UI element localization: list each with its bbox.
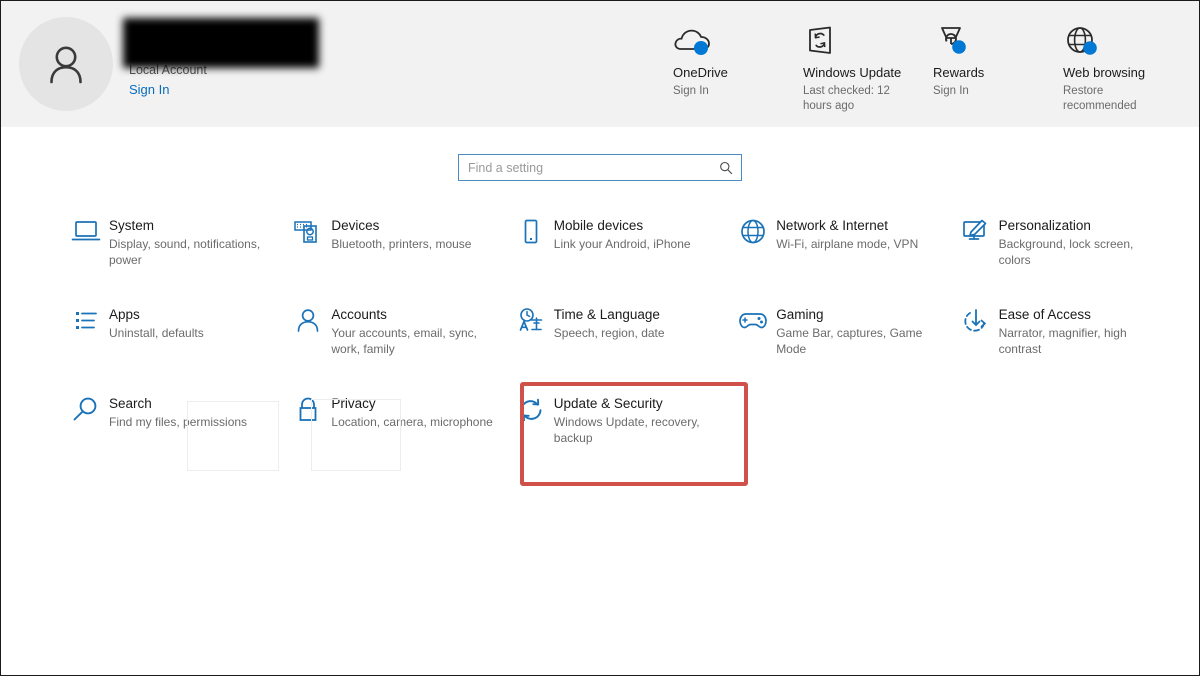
tile-title: Network & Internet: [776, 218, 888, 233]
devices-printer-icon: [285, 216, 331, 246]
windows-update-sync-icon: [803, 19, 919, 63]
settings-tile-time-language[interactable]: Time & Language Speech, region, date: [508, 296, 730, 385]
tile-text: Time & Language Speech, region, date: [554, 305, 665, 341]
rewards-trophy-icon: [933, 19, 1049, 63]
tile-text: Personalization Background, lock screen,…: [999, 216, 1164, 268]
tile-text: Network & Internet Wi-Fi, airplane mode,…: [776, 216, 918, 252]
tile-subtitle: Display, sound, notifications, power: [109, 237, 261, 267]
status-title: Web browsing: [1063, 65, 1146, 80]
tile-subtitle: Location, camera, microphone: [331, 415, 493, 429]
person-icon: [285, 305, 331, 335]
avatar: [19, 17, 113, 111]
clock-language-icon: [508, 305, 554, 335]
status-items-row: OneDrive Sign In Windows Update Last che…: [401, 1, 1199, 114]
tile-subtitle: Link your Android, iPhone: [553, 237, 691, 251]
tile-text: Mobile devices Link your Android, iPhone: [554, 216, 691, 252]
search-input[interactable]: [468, 160, 717, 175]
tile-text: Devices Bluetooth, printers, mouse: [331, 216, 471, 252]
tile-subtitle: Windows Update, recovery, backup: [553, 415, 700, 445]
settings-tile-privacy[interactable]: Privacy Location, camera, microphone: [285, 385, 507, 474]
status-subtitle: Sign In: [673, 85, 709, 97]
status-title: OneDrive: [673, 65, 728, 80]
monitor-brush-icon: [953, 216, 999, 246]
account-signin-link[interactable]: Sign In: [129, 81, 207, 99]
tile-subtitle: Find my files, permissions: [109, 415, 248, 429]
tile-title: Accounts: [331, 307, 387, 322]
refresh-sync-icon: [508, 394, 554, 424]
tile-title: Personalization: [998, 218, 1091, 233]
tile-text: Privacy Location, camera, microphone: [331, 394, 492, 430]
status-subtitle: Last checked: 12 hours ago: [803, 85, 890, 112]
tile-title: Devices: [331, 218, 380, 233]
tile-title: Search: [109, 396, 152, 411]
tile-text: Search Find my files, permissions: [109, 394, 247, 430]
onedrive-cloud-icon: [673, 19, 789, 63]
ease-of-access-icon: [953, 305, 999, 335]
tile-title: Mobile devices: [553, 218, 644, 233]
settings-tile-personalization[interactable]: Personalization Background, lock screen,…: [953, 207, 1175, 296]
settings-tile-update-security[interactable]: Update & Security Windows Update, recove…: [508, 385, 730, 474]
settings-tile-search[interactable]: Search Find my files, permissions: [63, 385, 285, 474]
settings-tile-gaming[interactable]: Gaming Game Bar, captures, Game Mode: [730, 296, 952, 385]
tile-subtitle: Narrator, magnifier, high contrast: [998, 326, 1127, 356]
tile-title: System: [109, 218, 155, 233]
tile-title: Time & Language: [553, 307, 660, 322]
settings-tile-mobile-devices[interactable]: Mobile devices Link your Android, iPhone: [508, 207, 730, 296]
search-area: [1, 154, 1199, 181]
settings-tile-accounts[interactable]: Accounts Your accounts, email, sync, wor…: [285, 296, 507, 385]
tile-subtitle: Bluetooth, printers, mouse: [331, 237, 472, 251]
status-item-rewards[interactable]: Rewards Sign In: [933, 19, 1063, 114]
status-item-onedrive[interactable]: OneDrive Sign In: [673, 19, 803, 114]
status-title: Rewards: [933, 65, 985, 80]
magnifier-icon: [63, 394, 109, 424]
gamepad-icon: [730, 305, 776, 335]
settings-grid: System Display, sound, notifications, po…: [1, 207, 1199, 474]
tile-text: Gaming Game Bar, captures, Game Mode: [776, 305, 941, 357]
tile-text: Ease of Access Narrator, magnifier, high…: [999, 305, 1164, 357]
status-subtitle: Sign In: [933, 85, 969, 97]
person-icon: [50, 46, 82, 84]
settings-tile-system[interactable]: System Display, sound, notifications, po…: [63, 207, 285, 296]
search-icon[interactable]: [717, 161, 735, 175]
laptop-icon: [63, 216, 109, 246]
tile-title: Privacy: [331, 396, 376, 411]
status-item-web-browsing[interactable]: Web browsing Restore recommended: [1063, 19, 1193, 114]
tile-title: Update & Security: [553, 396, 663, 411]
search-box[interactable]: [458, 154, 742, 181]
tile-subtitle: Your accounts, email, sync, work, family: [331, 326, 478, 356]
tile-text: System Display, sound, notifications, po…: [109, 216, 274, 268]
settings-window: Local Account Sign In OneDrive Sign In W…: [0, 0, 1200, 676]
tile-text: Update & Security Windows Update, recove…: [554, 394, 719, 446]
tile-subtitle: Speech, region, date: [553, 326, 665, 340]
tile-subtitle: Uninstall, defaults: [109, 326, 204, 340]
settings-tile-ease-of-access[interactable]: Ease of Access Narrator, magnifier, high…: [953, 296, 1175, 385]
tile-subtitle: Wi-Fi, airplane mode, VPN: [776, 237, 919, 251]
tile-title: Gaming: [776, 307, 824, 322]
phone-icon: [508, 216, 554, 246]
status-item-windows-update[interactable]: Windows Update Last checked: 12 hours ag…: [803, 19, 933, 114]
web-browsing-globe-icon: [1063, 19, 1179, 63]
settings-tile-network-internet[interactable]: Network & Internet Wi-Fi, airplane mode,…: [730, 207, 952, 296]
tile-title: Ease of Access: [998, 307, 1091, 322]
lock-icon: [285, 394, 331, 424]
account-name-redaction: [123, 18, 319, 68]
status-title: Windows Update: [803, 65, 902, 80]
tile-title: Apps: [109, 307, 140, 322]
account-block[interactable]: Local Account Sign In: [1, 1, 401, 111]
tile-subtitle: Game Bar, captures, Game Mode: [776, 326, 923, 356]
status-subtitle: Restore recommended: [1063, 85, 1137, 112]
tile-subtitle: Background, lock screen, colors: [998, 237, 1134, 267]
tile-text: Accounts Your accounts, email, sync, wor…: [331, 305, 496, 357]
settings-tile-apps[interactable]: Apps Uninstall, defaults: [63, 296, 285, 385]
tile-text: Apps Uninstall, defaults: [109, 305, 204, 341]
account-text: Local Account Sign In: [123, 17, 319, 99]
app-list-icon: [63, 305, 109, 335]
settings-tile-devices[interactable]: Devices Bluetooth, printers, mouse: [285, 207, 507, 296]
settings-header: Local Account Sign In OneDrive Sign In W…: [1, 1, 1199, 127]
globe-icon: [730, 216, 776, 246]
